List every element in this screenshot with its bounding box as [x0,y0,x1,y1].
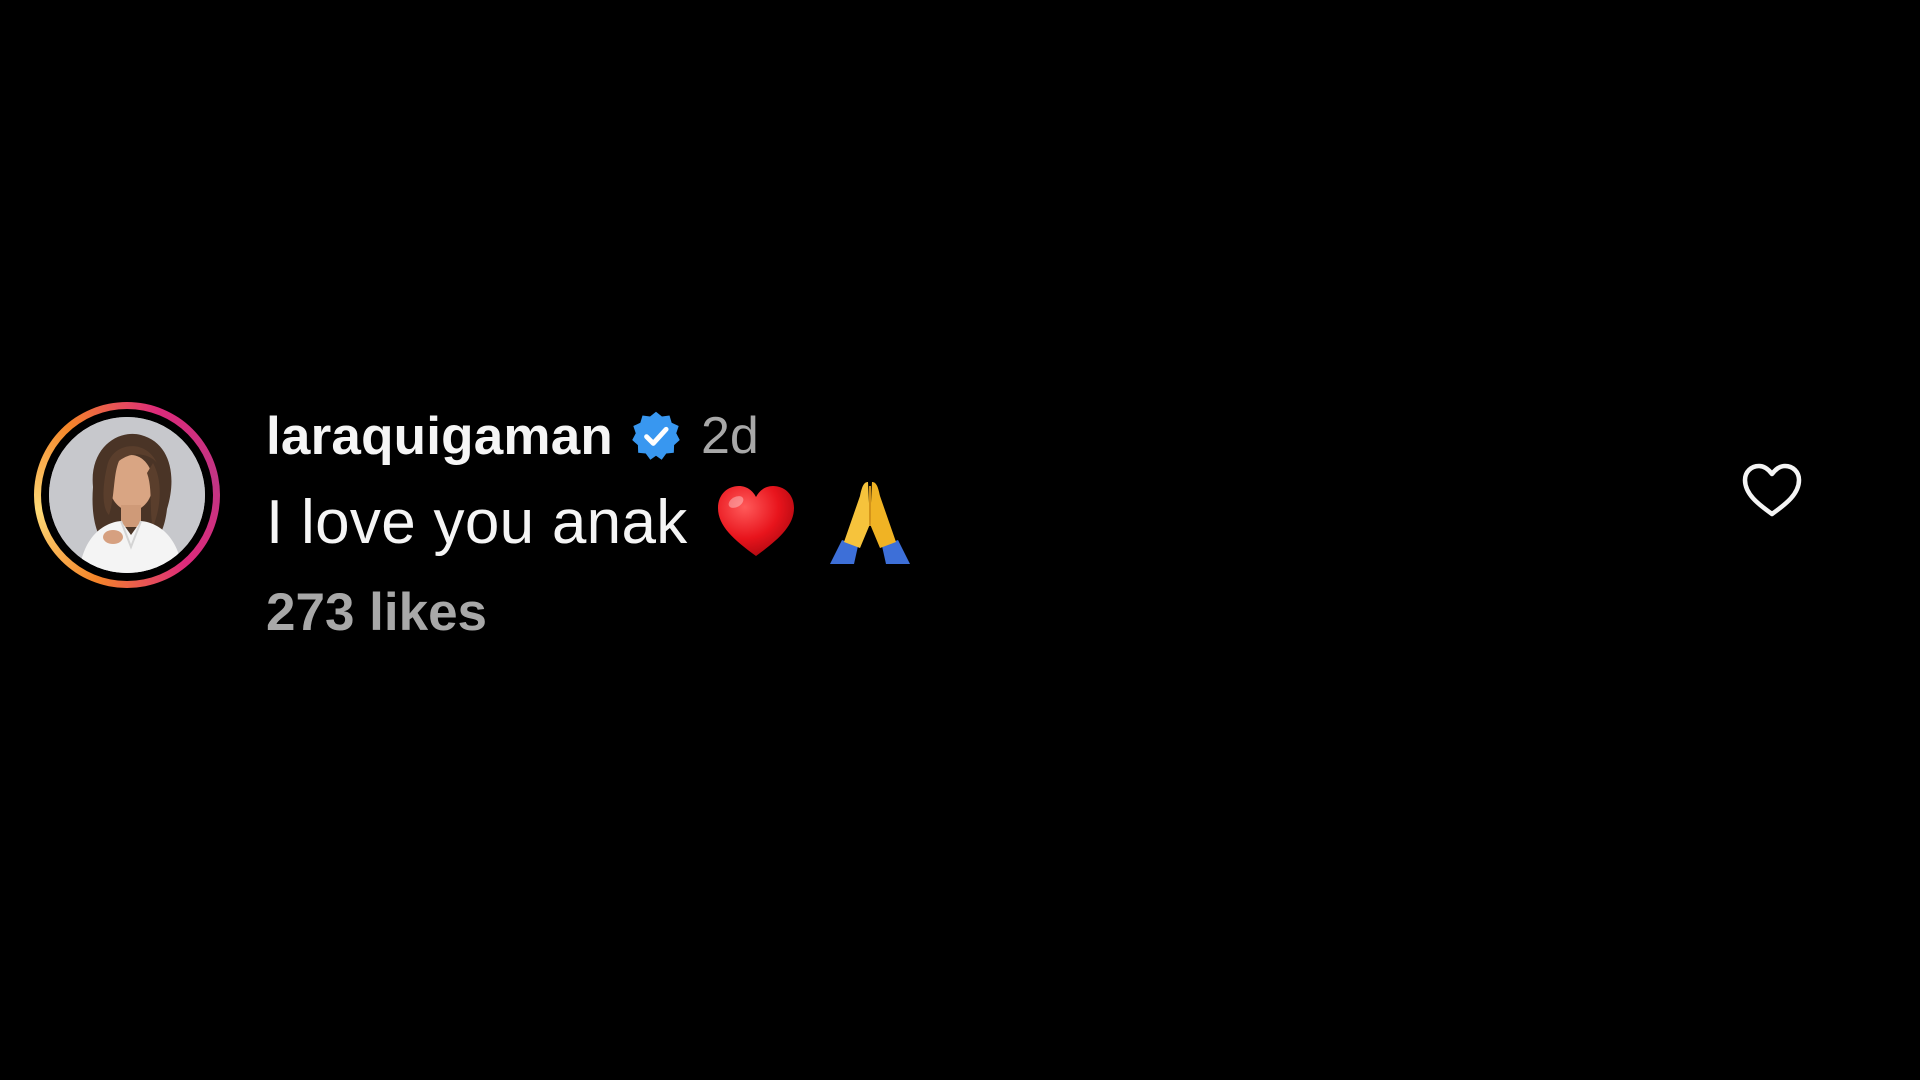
comment-text-line: I love you anak [266,472,916,572]
avatar-story-ring[interactable] [34,402,220,588]
comment-body: laraquigaman 2d I love you anak 273 like… [266,402,916,643]
comment-text: I love you anak [266,487,688,557]
avatar-ring-gap [41,409,213,581]
avatar-photo [49,417,205,573]
like-comment-button[interactable] [1740,462,1804,520]
username-link[interactable]: laraquigaman [266,406,613,467]
likes-count-link[interactable]: 273 likes [266,582,916,643]
comment: laraquigaman 2d I love you anak 273 like… [34,402,1824,682]
folded-hands-emoji [824,476,916,568]
red-heart-emoji [714,480,798,564]
comment-timestamp: 2d [701,407,759,465]
heart-outline-icon [1742,463,1802,517]
verified-badge-icon [629,409,683,463]
avatar[interactable] [49,417,205,573]
comment-header: laraquigaman 2d [266,402,916,470]
